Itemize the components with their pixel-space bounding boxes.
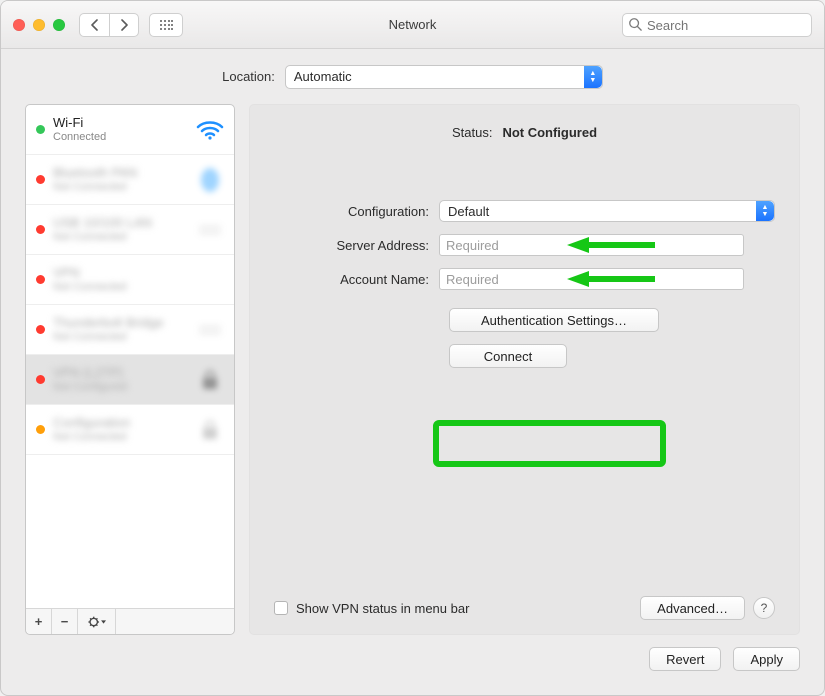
status-row: Status: Not Configured: [274, 125, 775, 140]
status-label: Status:: [452, 125, 492, 140]
lock-icon: [196, 366, 224, 394]
search-wrap: [622, 13, 812, 37]
sidebar-footer: + −: [26, 608, 234, 634]
status-dot-icon: [36, 125, 45, 134]
configuration-select[interactable]: Default ▲▼: [439, 200, 775, 222]
search-icon: [628, 17, 642, 31]
minimize-window-button[interactable]: [33, 19, 45, 31]
titlebar: Network: [1, 1, 824, 49]
detail-panel: Status: Not Configured Configuration: De…: [249, 104, 800, 635]
location-row: Location: Automatic ▲▼: [1, 49, 824, 104]
form-rows: Configuration: Default ▲▼ Server Address…: [274, 200, 775, 290]
sidebar-item-redacted[interactable]: USB 10/100 LANNot Connected: [26, 205, 234, 255]
account-name-input[interactable]: [439, 268, 744, 290]
forward-button[interactable]: [109, 13, 139, 37]
body-area: Location: Automatic ▲▼ Wi-Fi Connected: [1, 49, 824, 695]
connect-button[interactable]: Connect: [449, 344, 567, 368]
sidebar-item-text: Wi-Fi Connected: [53, 116, 188, 144]
location-select-value: Automatic: [294, 69, 352, 84]
back-button[interactable]: [79, 13, 109, 37]
status-dot-icon: [36, 375, 45, 384]
actions-menu-button[interactable]: [78, 609, 116, 634]
button-label: Apply: [750, 652, 783, 667]
server-address-input[interactable]: [439, 234, 744, 256]
account-name-label: Account Name:: [274, 272, 439, 287]
authentication-settings-button[interactable]: Authentication Settings…: [449, 308, 659, 332]
location-label: Location:: [222, 69, 275, 84]
location-select[interactable]: Automatic ▲▼: [285, 65, 603, 89]
button-label: Advanced…: [657, 601, 728, 616]
sidebar-item-title: Wi-Fi: [53, 116, 188, 131]
sidebar-item-redacted[interactable]: Bluetooth PANNot Connected: [26, 155, 234, 205]
status-dot-icon: [36, 425, 45, 434]
lock-icon: [196, 416, 224, 444]
traffic-lights: [13, 19, 65, 31]
help-button[interactable]: ?: [753, 597, 775, 619]
network-sidebar: Wi-Fi Connected: [25, 104, 235, 635]
close-window-button[interactable]: [13, 19, 25, 31]
gear-icon: [88, 615, 106, 629]
wifi-icon: [196, 116, 224, 144]
panel-bottom-row: Show VPN status in menu bar Advanced… ?: [274, 596, 775, 620]
apply-button[interactable]: Apply: [733, 647, 800, 671]
bluetooth-icon: [196, 166, 224, 194]
minus-icon: −: [61, 614, 69, 629]
advanced-button[interactable]: Advanced…: [640, 596, 745, 620]
status-value: Not Configured: [502, 125, 597, 140]
thunderbolt-icon: [196, 316, 224, 344]
sidebar-item-subtitle: Connected: [53, 131, 188, 144]
sidebar-item-redacted[interactable]: VPNNot Connected: [26, 255, 234, 305]
chevron-right-icon: [120, 19, 129, 31]
preferences-window: Network Location: Automatic ▲▼: [0, 0, 825, 696]
connect-buttons: Authentication Settings… Connect: [449, 308, 775, 368]
configuration-label: Configuration:: [274, 204, 439, 219]
nav-group: [79, 13, 139, 37]
status-dot-icon: [36, 275, 45, 284]
show-vpn-label: Show VPN status in menu bar: [296, 601, 469, 616]
show-vpn-checkbox[interactable]: [274, 601, 288, 615]
sidebar-item-redacted-selected[interactable]: VPN (L2TP)Not Configured: [26, 355, 234, 405]
status-dot-icon: [36, 225, 45, 234]
add-network-button[interactable]: +: [26, 609, 52, 634]
status-dot-icon: [36, 325, 45, 334]
configuration-select-value: Default: [448, 204, 489, 219]
search-input[interactable]: [622, 13, 812, 37]
show-all-button[interactable]: [149, 13, 183, 37]
chevron-left-icon: [90, 19, 99, 31]
select-stepper-icon: ▲▼: [584, 66, 602, 88]
select-stepper-icon: ▲▼: [756, 201, 774, 221]
server-address-label: Server Address:: [274, 238, 439, 253]
remove-network-button[interactable]: −: [52, 609, 78, 634]
button-label: Authentication Settings…: [481, 313, 627, 328]
footer-row: Revert Apply: [1, 635, 824, 695]
button-label: Connect: [484, 349, 532, 364]
revert-button[interactable]: Revert: [649, 647, 721, 671]
status-dot-icon: [36, 175, 45, 184]
plus-icon: +: [35, 614, 43, 629]
grid-icon: [159, 19, 173, 31]
ethernet-icon: [196, 216, 224, 244]
sidebar-item-wifi[interactable]: Wi-Fi Connected: [26, 105, 234, 155]
sidebar-item-redacted[interactable]: Thunderbolt BridgeNot Connected: [26, 305, 234, 355]
sidebar-item-redacted[interactable]: ConfigurationNot Connected: [26, 405, 234, 455]
network-list[interactable]: Wi-Fi Connected: [26, 105, 234, 608]
button-label: Revert: [666, 652, 704, 667]
help-icon: ?: [761, 601, 768, 615]
zoom-window-button[interactable]: [53, 19, 65, 31]
